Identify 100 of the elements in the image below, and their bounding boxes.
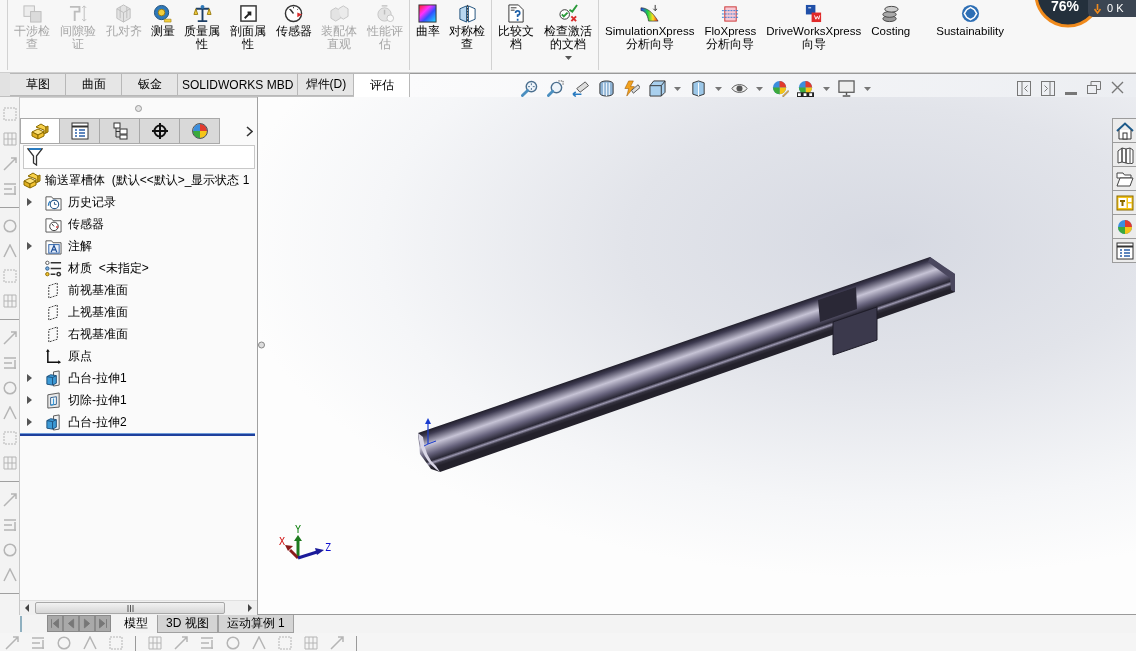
axis-label: Y: [295, 524, 301, 535]
grayed-tool-icon[interactable]: [57, 636, 71, 650]
grayed-tool-icon[interactable]: [3, 157, 17, 171]
panel-left-icon[interactable]: [1017, 81, 1031, 96]
feature-tree-item[interactable]: 前视基准面: [68, 282, 128, 298]
feature-tree-item[interactable]: 注解: [68, 238, 92, 254]
panel-tab[interactable]: [140, 118, 180, 144]
sectioned-cylinder-icon[interactable]: [597, 80, 615, 97]
scrollbar-thumb[interactable]: [35, 602, 225, 614]
color-ball-floor-icon[interactable]: [797, 80, 815, 97]
command-tab[interactable]: SOLIDWORKS MBD: [178, 73, 299, 96]
task-pane-tab[interactable]: [1112, 238, 1136, 263]
caret-icon[interactable]: [715, 87, 723, 91]
caret-icon[interactable]: [564, 56, 572, 60]
monitor-icon[interactable]: [838, 80, 856, 97]
mirrored-shapes-icon: [457, 4, 477, 23]
command-button[interactable]: 传感器: [271, 0, 316, 70]
command-button[interactable]: DriveWorksXpress 向导: [761, 0, 867, 70]
model-tab[interactable]: 运动算例 1: [217, 615, 294, 633]
magnifier-icon[interactable]: [521, 80, 539, 97]
grayed-tool-icon[interactable]: [252, 636, 266, 650]
caret-icon[interactable]: [822, 87, 830, 91]
command-button[interactable]: 质量属性: [179, 0, 225, 70]
expand-arrow-icon[interactable]: [27, 418, 32, 426]
task-pane-tab[interactable]: [1112, 166, 1136, 191]
task-pane-tab[interactable]: [1112, 118, 1136, 143]
horizontal-scrollbar[interactable]: [20, 600, 257, 615]
restore-icon[interactable]: [1087, 81, 1101, 94]
expand-arrow-icon[interactable]: [27, 198, 32, 206]
boss-extrude-icon: [45, 413, 62, 431]
panel-tab[interactable]: [60, 118, 100, 144]
previous-icon[interactable]: [63, 615, 79, 632]
command-tab[interactable]: 草图: [10, 73, 66, 96]
task-pane-tab[interactable]: [1112, 142, 1136, 167]
feature-tree-item[interactable]: 输送罩槽体 (默认<<默认>_显示状态 1: [45, 172, 250, 188]
grayed-tool-icon[interactable]: [174, 636, 188, 650]
grayed-tool-icon[interactable]: [3, 493, 17, 507]
grayed-tool-icon[interactable]: [5, 636, 19, 650]
shaded-box-icon[interactable]: [689, 80, 707, 97]
material-list-icon: [45, 259, 62, 277]
feature-tree-item[interactable]: 切除-拉伸1: [68, 392, 127, 408]
grayed-tool-icon[interactable]: [3, 406, 17, 420]
grayed-tool-icon[interactable]: [3, 543, 17, 557]
feature-tree-item[interactable]: 上视基准面: [68, 304, 128, 320]
expand-arrow-icon[interactable]: [27, 396, 32, 404]
command-button[interactable]: Sustainability: [931, 0, 1010, 70]
lightning-scope-icon[interactable]: [623, 80, 641, 97]
scope-arrow-icon[interactable]: [572, 80, 590, 97]
splitter-handle-icon[interactable]: [258, 341, 265, 349]
expand-arrow-icon[interactable]: [27, 374, 32, 382]
command-button[interactable]: SimulationXpress 分析向导: [600, 0, 700, 70]
caret-icon[interactable]: [863, 87, 871, 91]
expand-arrow-icon[interactable]: [27, 242, 32, 250]
next-icon[interactable]: [79, 615, 95, 632]
feature-tree-item[interactable]: 历史记录: [68, 194, 116, 210]
command-tab[interactable]: 评估: [354, 73, 411, 97]
grayed-tool-icon[interactable]: [226, 636, 240, 650]
panel-tab[interactable]: [100, 118, 140, 144]
feature-tree-item[interactable]: 凸台-拉伸1: [68, 370, 127, 386]
grip-handle-icon[interactable]: [135, 104, 142, 112]
model-tab[interactable]: 3D 视图: [157, 615, 218, 633]
command-tab[interactable]: 焊件(D): [298, 73, 355, 96]
skip-first-icon[interactable]: [47, 615, 63, 632]
rollback-bar[interactable]: [20, 433, 255, 436]
scroll-right-icon[interactable]: [248, 604, 252, 612]
command-button[interactable]: Costing: [866, 0, 916, 70]
caret-icon[interactable]: [674, 87, 682, 91]
part-blocks-icon: [31, 122, 49, 140]
cube-icon[interactable]: [648, 80, 666, 97]
feature-tree-item[interactable]: 凸台-拉伸2: [68, 414, 127, 430]
scroll-left-icon[interactable]: [25, 604, 29, 612]
command-tab[interactable]: 曲面: [66, 73, 122, 96]
grayed-tool-icon[interactable]: [3, 219, 17, 233]
command-button[interactable]: 剖面属性: [225, 0, 271, 70]
feature-tree-item[interactable]: 传感器: [68, 216, 104, 232]
command-button[interactable]: 对称检查: [444, 0, 490, 70]
grayed-tool-icon[interactable]: [330, 636, 344, 650]
grayed-tool-icon[interactable]: [3, 381, 17, 395]
skip-last-icon[interactable]: [95, 615, 111, 632]
feature-tree-item[interactable]: 材质 <未指定>: [68, 260, 149, 276]
color-ball-pencil-icon[interactable]: [771, 80, 789, 97]
command-button[interactable]: 比较文档: [493, 0, 539, 70]
caret-icon[interactable]: [756, 87, 764, 91]
grayed-tool-icon[interactable]: [83, 636, 97, 650]
command-button[interactable]: 检查激活的文档: [539, 0, 597, 70]
filter-field[interactable]: [23, 145, 255, 169]
panel-right-icon[interactable]: [1041, 81, 1055, 96]
close-icon[interactable]: [1111, 81, 1124, 94]
command-tab[interactable]: 钣金: [122, 73, 178, 96]
command-button[interactable]: 测量: [146, 0, 179, 70]
stopwatch-icon: [375, 4, 395, 23]
grayed-tool-icon[interactable]: [3, 331, 17, 345]
feature-tree-item[interactable]: 原点: [68, 348, 92, 364]
chevron-right-icon[interactable]: [246, 125, 253, 137]
grayed-tool-icon[interactable]: [3, 568, 17, 582]
magnifier-box-icon[interactable]: [546, 80, 564, 97]
feature-tree-item[interactable]: 右视基准面: [68, 326, 128, 342]
command-button[interactable]: FloXpress 分析向导: [699, 0, 762, 70]
command-button[interactable]: 曲率: [411, 0, 444, 70]
grayed-tool-icon[interactable]: [3, 244, 17, 258]
